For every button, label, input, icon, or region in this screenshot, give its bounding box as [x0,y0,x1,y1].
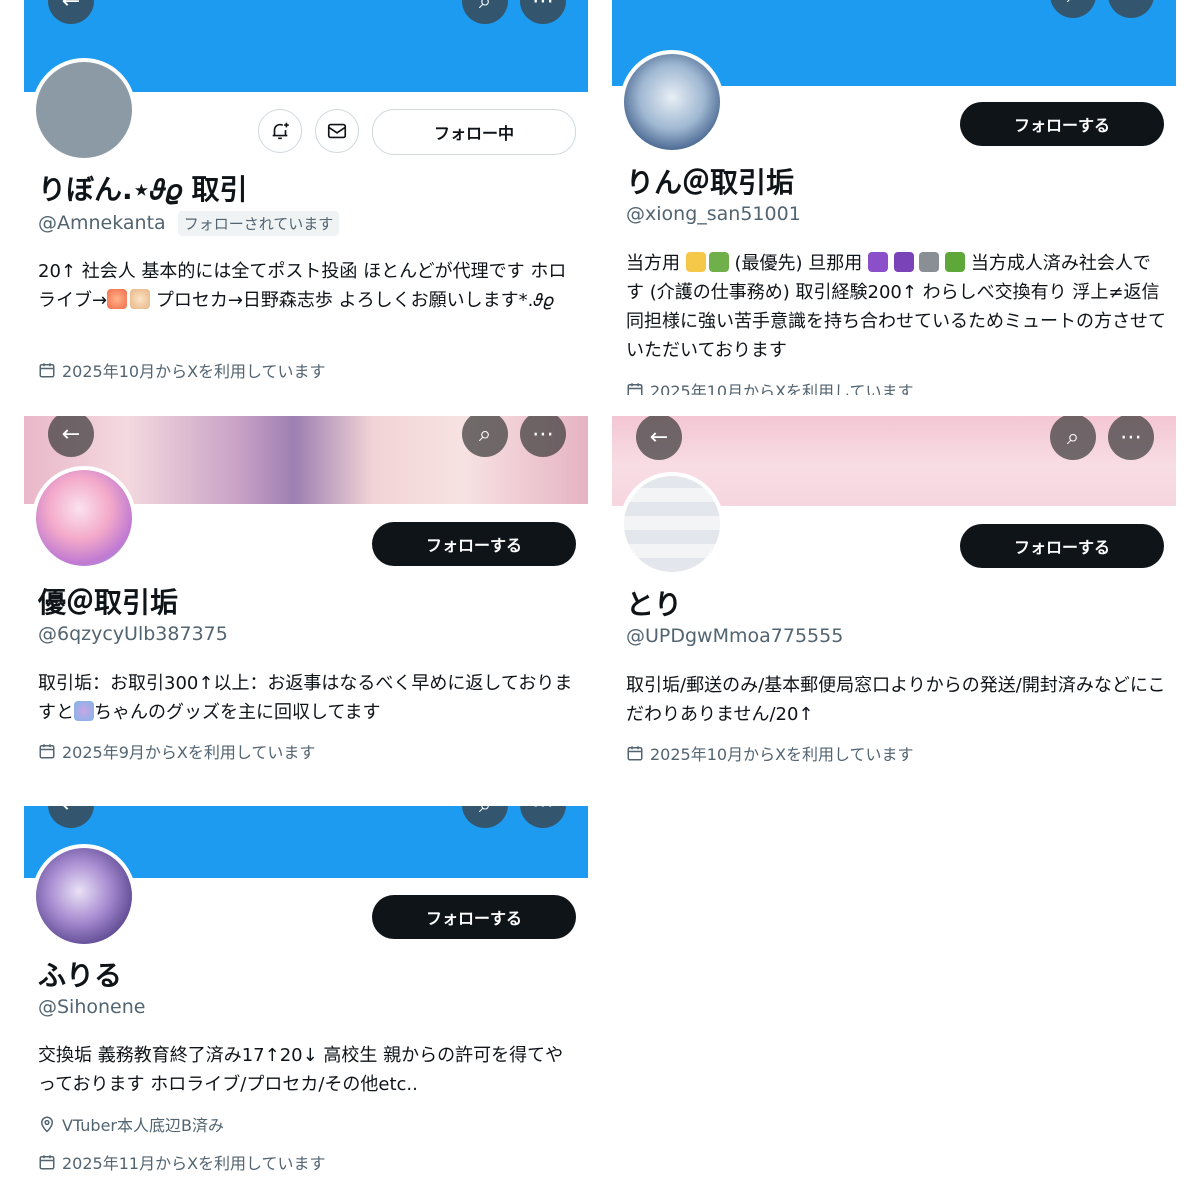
display-name: りぼん.⋆𝜗𝜚 取引 [38,173,248,206]
location-pin-icon [40,1116,54,1133]
search-button[interactable]: ⌕ [1050,416,1096,460]
display-name: りん＠取引垢 [626,166,795,199]
avatar[interactable] [620,472,724,576]
handle: @Sihonene [38,996,146,1018]
bio: 交換垢 義務教育終了済み17↑20↓ 高校生 親からの許可を得てやっております … [38,1045,564,1095]
arrow-left-icon: ← [649,424,669,450]
more-icon: ⋯ [532,0,554,14]
bio: 取引垢：お取引300↑以上：お返事はなるべく早めに返しておりますと ちゃんのグッズ… [38,673,573,723]
notify-button[interactable] [258,109,302,153]
arrow-left-icon: ← [62,806,80,818]
joined-date: 2025年10月からXを利用しています [38,358,326,382]
following-button[interactable]: フォロー中 [372,109,576,155]
handle-row: @Amnekanta フォローされています [38,211,340,236]
more-icon: ⋯ [1120,424,1142,450]
joined-date: 2025年11月からXを利用しています [38,1150,326,1174]
herb-icon [708,252,729,272]
alien-monster-icon [893,252,914,272]
more-button[interactable]: ⋯ [1108,416,1154,460]
avatar[interactable] [620,50,724,154]
profile-card-furiru: ← ⌕ ⋯ フォローする ふりる @Sihonene 交換垢 義務教育終了済み1… [24,806,588,1200]
location: VTuber本人底辺B済み [38,1112,224,1136]
shell-icon [130,289,151,309]
arrow-left-icon: ← [61,421,81,447]
more-icon: ⋯ [532,806,554,818]
search-icon: ⌕ [479,806,491,818]
profile-card-yuu: ← ⌕ ⋯ フォローする 優＠取引垢 @6qzycyUlb387375 取引垢：… [24,416,588,780]
bio: 取引垢/郵送のみ/基本郵便局窓口よりからの発送/開封済みなどにこだわりありません… [626,675,1166,725]
follow-button[interactable]: フォローする [372,895,576,939]
avatar[interactable] [32,58,136,162]
profile-card-ribon: ← ⌕ ⋯ フォロー中 りぼん.⋆𝜗𝜚 取引 @Amnekanta フォローされて… [24,0,588,395]
search-icon: ⌕ [1066,424,1080,450]
peach-icon [107,289,128,309]
bio: 当方用 (最優先) 旦那用 当方成人済み社会人です (介護の仕事務め) 取引経験… [626,252,1166,361]
calendar-icon [627,383,643,395]
handle: @UPDgwMmoa775555 [626,625,844,647]
calendar-icon [39,363,55,378]
bell-plus-icon [272,122,289,140]
hammer-pick-icon [919,252,940,272]
candy-icon [74,701,94,721]
envelope-icon [327,123,347,139]
profile-card-tori: ← ⌕ ⋯ フォローする とり @UPDgwMmoa775555 取引垢/郵送の… [612,416,1176,780]
calendar-icon [39,1155,55,1170]
follow-button[interactable]: フォローする [960,102,1164,146]
profile-card-rin: ⌕ ⋯ フォローする りん＠取引垢 @xiong_san51001 当方用 (最… [612,0,1176,395]
search-icon: ⌕ [478,421,492,447]
message-button[interactable] [315,109,359,153]
calendar-icon [627,746,643,761]
display-name: とり [626,588,683,621]
search-icon: ⌕ [478,0,492,14]
handle: @6qzycyUlb387375 [38,623,228,645]
bio: 20↑ 社会人 基本的には全てポスト投函 ほとんどが代理です ホロライブ→ プロ… [38,261,567,311]
joined-date: 2025年9月からXを利用しています [38,739,315,763]
joined-date: 2025年10月からXを利用しています [626,378,914,395]
joined-date: 2025年10月からXを利用しています [626,741,914,765]
avatar[interactable] [32,466,136,570]
follow-button[interactable]: フォローする [372,522,576,566]
handle: @xiong_san51001 [626,203,801,225]
dizzy-icon [685,252,706,272]
handle: @Amnekanta [38,212,166,234]
follows-you-badge: フォローされています [177,211,340,236]
leaf-icon [945,252,966,272]
more-icon: ⋯ [1120,0,1142,8]
search-icon: ⌕ [1067,0,1079,8]
back-button[interactable]: ← [636,416,682,460]
display-name: 優＠取引垢 [38,586,179,619]
display-name: ふりる [38,959,123,992]
avatar[interactable] [32,844,136,948]
calendar-icon [39,744,55,759]
more-icon: ⋯ [532,421,554,447]
follow-button[interactable]: フォローする [960,524,1164,568]
leo-icon [867,252,888,272]
arrow-left-icon: ← [61,0,81,14]
